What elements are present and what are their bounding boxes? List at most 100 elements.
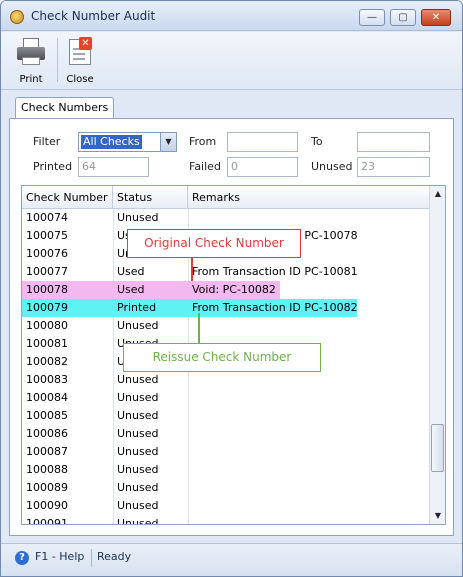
- filter-value: All Checks: [81, 135, 142, 149]
- remarks-cell: [188, 371, 429, 389]
- window-title: Check Number Audit: [31, 9, 156, 23]
- printed-label: Printed: [33, 160, 73, 173]
- print-button[interactable]: Print: [9, 34, 53, 86]
- remarks-cell: [188, 317, 429, 335]
- table-row[interactable]: 100088 Unused: [22, 461, 429, 479]
- status-cell: Unused: [117, 409, 159, 422]
- check-number-cell: 100076: [26, 247, 68, 260]
- print-icon: [15, 36, 47, 68]
- maximize-button[interactable]: ▢: [390, 9, 416, 26]
- check-number-cell: 100078: [26, 283, 68, 296]
- table-row[interactable]: 100083 Unused: [22, 371, 429, 389]
- failed-label: Failed: [189, 160, 221, 173]
- grid-header: Check Number Status Remarks: [22, 186, 429, 209]
- remarks-cell: [188, 497, 429, 515]
- to-label: To: [311, 135, 323, 148]
- close-label: Close: [66, 74, 94, 85]
- check-number-cell: 100079: [26, 301, 68, 314]
- status-cell: Unused: [117, 211, 159, 224]
- from-label: From: [189, 135, 217, 148]
- tab-check-numbers[interactable]: Check Numbers: [15, 97, 115, 119]
- status-cell: Unused: [117, 481, 159, 494]
- check-number-cell: 100085: [26, 409, 68, 422]
- table-row[interactable]: 100089 Unused: [22, 479, 429, 497]
- table-row[interactable]: 100078 Used Void: PC-10082: [22, 281, 280, 299]
- scroll-up-icon[interactable]: ▲: [430, 186, 445, 202]
- reissue-check-number-callout: Reissue Check Number: [123, 343, 321, 372]
- status-cell: Unused: [117, 373, 159, 386]
- filter-select[interactable]: All Checks ▼: [78, 132, 177, 152]
- table-row[interactable]: 100074 Unused: [22, 209, 429, 227]
- title-bar: Check Number Audit — ▢ ✕: [1, 1, 462, 31]
- status-bar: ? F1 - Help Ready: [1, 543, 462, 576]
- check-number-cell: 100075: [26, 229, 68, 242]
- check-number-cell: 100080: [26, 319, 68, 332]
- close-button[interactable]: ✕ Close: [58, 34, 102, 86]
- original-check-number-callout: Original Check Number: [127, 229, 301, 258]
- table-row[interactable]: 100084 Unused: [22, 389, 429, 407]
- status-cell: Printed: [117, 301, 157, 314]
- print-label: Print: [19, 74, 43, 85]
- column-header-check-number[interactable]: Check Number: [22, 186, 113, 209]
- check-number-cell: 100091: [26, 517, 68, 525]
- status-cell: Used: [117, 265, 145, 278]
- check-number-cell: 100077: [26, 265, 68, 278]
- ready-status: Ready: [97, 550, 132, 563]
- minimize-button[interactable]: —: [359, 9, 385, 26]
- check-number-cell: 100087: [26, 445, 68, 458]
- status-cell: Unused: [117, 463, 159, 476]
- remarks-cell: [188, 515, 429, 524]
- filter-label: Filter: [33, 135, 61, 148]
- remarks-cell: [188, 209, 429, 227]
- status-cell: Used: [117, 283, 145, 296]
- status-cell: Unused: [117, 319, 159, 332]
- table-row[interactable]: 100077 Used From Transaction ID PC-10081: [22, 263, 429, 281]
- check-number-cell: 100090: [26, 499, 68, 512]
- status-cell: Unused: [117, 499, 159, 512]
- close-window-button[interactable]: ✕: [421, 9, 451, 26]
- remarks-cell: [188, 443, 429, 461]
- status-separator: [91, 549, 92, 567]
- vertical-scrollbar[interactable]: ▲ ▼: [429, 186, 445, 524]
- check-number-cell: 100081: [26, 337, 68, 350]
- table-row[interactable]: 100087 Unused: [22, 443, 429, 461]
- table-row[interactable]: 100080 Unused: [22, 317, 429, 335]
- scroll-thumb[interactable]: [431, 424, 444, 472]
- table-row[interactable]: 100091 Unused: [22, 515, 429, 525]
- column-header-remarks[interactable]: Remarks: [188, 186, 429, 209]
- to-field[interactable]: [357, 132, 430, 152]
- check-number-cell: 100084: [26, 391, 68, 404]
- scroll-down-icon[interactable]: ▼: [430, 508, 445, 524]
- help-icon[interactable]: ?: [15, 551, 29, 565]
- table-row[interactable]: 100090 Unused: [22, 497, 429, 515]
- status-cell: Unused: [117, 427, 159, 440]
- close-doc-icon: ✕: [64, 36, 96, 68]
- check-number-cell: 100074: [26, 211, 68, 224]
- remarks-cell: Void: PC-10082: [192, 283, 276, 296]
- remarks-cell: [188, 479, 429, 497]
- table-row[interactable]: 100086 Unused: [22, 425, 429, 443]
- tab-strip: Check Numbers: [15, 97, 115, 119]
- failed-count-field: 0: [227, 157, 298, 177]
- check-number-cell: 100088: [26, 463, 68, 476]
- remarks-cell: [188, 461, 429, 479]
- unused-count-field: 23: [357, 157, 430, 177]
- check-number-cell: 100089: [26, 481, 68, 494]
- from-field[interactable]: [227, 132, 298, 152]
- dropdown-arrow-icon[interactable]: ▼: [160, 133, 176, 151]
- check-number-audit-window: Check Number Audit — ▢ ✕ Print ✕ Close C…: [0, 0, 463, 577]
- column-header-status[interactable]: Status: [113, 186, 188, 209]
- table-row[interactable]: 100085 Unused: [22, 407, 429, 425]
- status-cell: Unused: [117, 445, 159, 458]
- check-number-cell: 100082: [26, 355, 68, 368]
- help-label[interactable]: F1 - Help: [35, 550, 84, 563]
- toolbar: Print ✕ Close: [1, 32, 462, 90]
- table-row[interactable]: 100079 Printed From Transaction ID PC-1008…: [22, 299, 358, 317]
- original-callout-pointer: [191, 258, 193, 281]
- unused-label: Unused: [311, 160, 353, 173]
- remarks-cell: [188, 407, 429, 425]
- reissue-callout-pointer: [198, 313, 200, 343]
- remarks-cell: [188, 389, 429, 407]
- check-number-cell: 100083: [26, 373, 68, 386]
- status-cell: Unused: [117, 391, 159, 404]
